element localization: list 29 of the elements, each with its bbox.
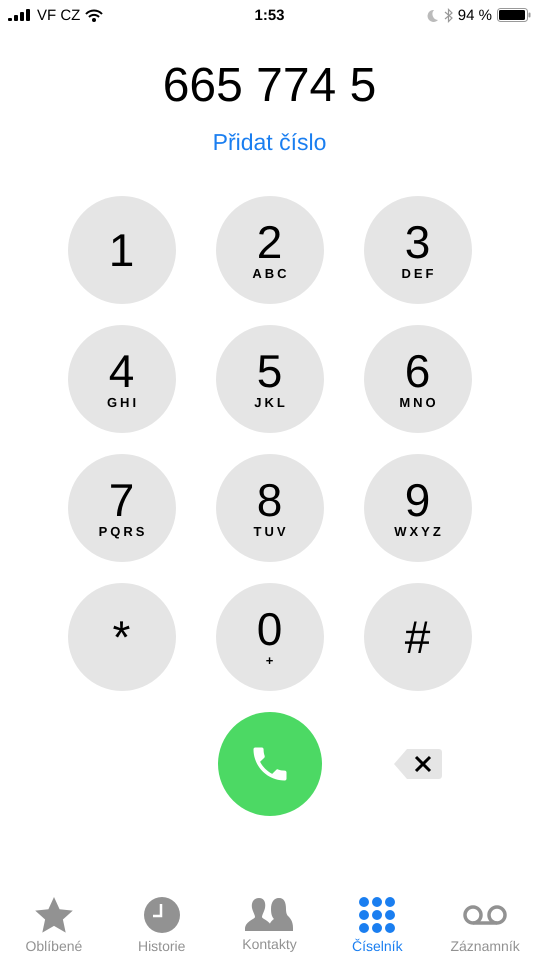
tab-item[interactable]: Číselník [323,896,432,954]
keypad-icon [358,896,396,934]
wifi-icon [85,8,104,22]
dial-key[interactable]: 0 + [216,583,324,691]
add-number-link[interactable]: Přidat číslo [212,128,326,156]
dial-key[interactable]: 8 TUV [216,454,324,562]
status-time: 1:53 [254,6,285,24]
dial-key[interactable]: 7 PQRS [68,454,176,562]
clock-icon [142,896,181,934]
dial-key[interactable]: 5 JKL [216,325,324,433]
dial-key[interactable]: 4 GHI [68,325,176,433]
dial-key[interactable]: * [68,583,176,691]
dial-key[interactable]: 9 WXYZ [364,454,472,562]
dial-key[interactable]: 3 DEF [364,196,472,304]
dial-key[interactable]: 1 [68,196,176,304]
dial-key[interactable]: 6 MNO [364,325,472,433]
contacts-icon [244,896,294,932]
backspace-icon [392,747,442,781]
backspace-button[interactable] [392,747,442,781]
star-icon [34,896,74,934]
battery-icon [497,8,531,22]
moon-icon [426,8,439,22]
battery-percent: 94 % [458,6,492,24]
bluetooth-icon [444,8,453,22]
signal-icon [8,9,32,21]
dial-key[interactable]: 2 ABC [216,196,324,304]
carrier-name: VF CZ [37,6,80,24]
dialed-number: 665 774 5 [162,58,376,114]
dial-key[interactable]: # [364,583,472,691]
